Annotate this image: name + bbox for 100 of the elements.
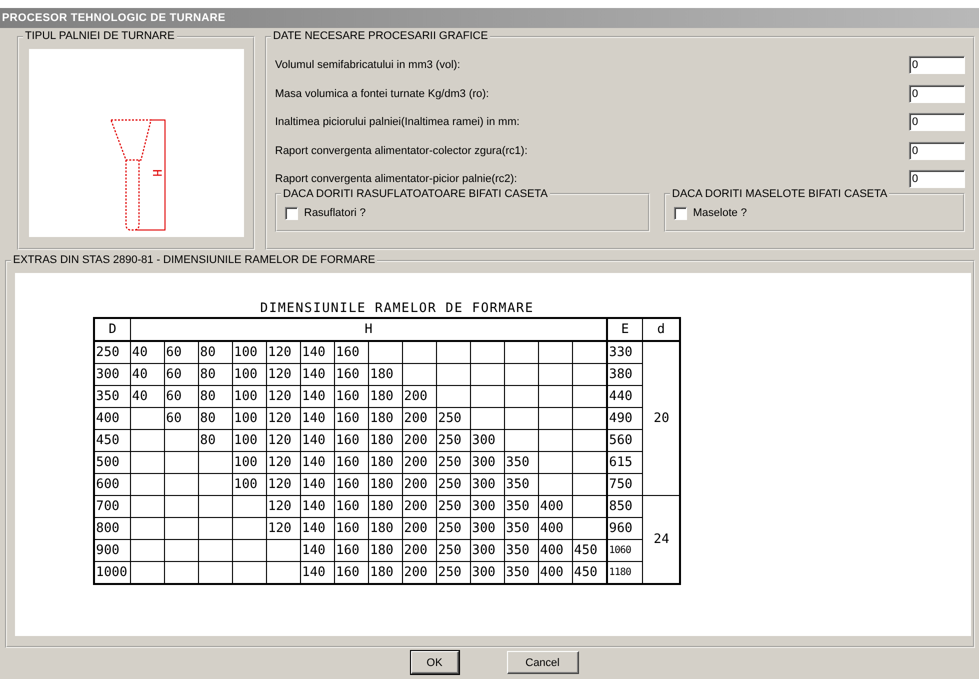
table-cell: 180	[368, 562, 402, 584]
table-cell: 180	[368, 518, 402, 540]
table-cell: 615	[607, 452, 642, 474]
table-cell: 120	[266, 518, 300, 540]
table-cell: 120	[266, 452, 300, 474]
table-cell: 180	[368, 496, 402, 518]
table-cell: 180	[368, 386, 402, 408]
number-field[interactable]: 0	[909, 170, 965, 188]
table-cell: 700	[94, 496, 130, 518]
table-cell: 100	[232, 364, 266, 386]
checkbox-label[interactable]: Rasuflatori ?	[304, 207, 366, 219]
table-cell: 140	[300, 562, 334, 584]
table-cell: 400	[538, 496, 572, 518]
table-cell: 300	[470, 496, 504, 518]
table-cell: 490	[607, 408, 642, 430]
table-cell: 140	[300, 341, 334, 364]
table-cell: 600	[94, 474, 130, 496]
table-cell: 120	[266, 364, 300, 386]
table-cell: 120	[266, 408, 300, 430]
table-cell: 120	[266, 474, 300, 496]
table-cell: 500	[94, 452, 130, 474]
table-title: DIMENSIUNILE RAMELOR DE FORMARE	[259, 301, 535, 316]
checkbox[interactable]	[674, 206, 687, 220]
table-cell: 750	[607, 474, 642, 496]
table-cell: 140	[300, 408, 334, 430]
table-cell: 350	[504, 518, 538, 540]
table-cell: 140	[300, 430, 334, 452]
table-cell: 250	[436, 474, 470, 496]
table-cell: 140	[300, 364, 334, 386]
number-field[interactable]: 0	[909, 56, 965, 74]
table-cell: 80	[198, 341, 232, 364]
number-field[interactable]: 0	[909, 84, 965, 103]
table-cell: 40	[130, 386, 164, 408]
table-cell: 350	[504, 452, 538, 474]
number-field[interactable]: 0	[909, 113, 965, 132]
field-label: Raport convergenta alimentator-picior palnie(rc2):	[275, 173, 518, 186]
table-cell: 140	[300, 474, 334, 496]
table-cell: 250	[436, 430, 470, 452]
table-cell: 200	[402, 562, 436, 584]
table-cell: 40	[130, 341, 164, 364]
column-header: D	[94, 318, 130, 341]
table-cell: 160	[334, 496, 368, 518]
table-cell: 160	[334, 408, 368, 430]
table-cell: 160	[334, 452, 368, 474]
table-cell: 180	[368, 364, 402, 386]
dimension-label: H	[150, 169, 164, 177]
table-cell: 300	[470, 430, 504, 452]
table-cell: 400	[538, 540, 572, 562]
table-cell: 300	[470, 562, 504, 584]
table-cell: 300	[470, 474, 504, 496]
table-cell: 350	[504, 496, 538, 518]
table-cell: 100	[232, 474, 266, 496]
table-cell: 200	[402, 518, 436, 540]
table-cell: 250	[436, 452, 470, 474]
field-label: Volumul semifabricatului in mm3 (vol):	[275, 59, 460, 72]
table-cell: 1060	[607, 540, 642, 562]
table-cell: 200	[402, 496, 436, 518]
table-cell: 60	[164, 408, 198, 430]
dialog-button[interactable]: OK	[410, 651, 458, 674]
table-cell: 160	[334, 540, 368, 562]
table-cell: 140	[300, 386, 334, 408]
table-cell: 300	[470, 452, 504, 474]
group-title: TIPUL PALNIEI DE TURNARE	[25, 30, 175, 42]
table-cell: 200	[402, 452, 436, 474]
table-cell: 250	[94, 341, 130, 364]
dialog-button[interactable]: Cancel	[506, 651, 578, 674]
field-label: Inaltimea piciorului palniei(Inaltimea ramei) in mm:	[275, 116, 520, 128]
table-cell: 80	[198, 386, 232, 408]
table-cell: 100	[232, 341, 266, 364]
field-label: Raport convergenta alimentator-colector zgura(rc1):	[275, 144, 528, 157]
table-cell: 200	[402, 430, 436, 452]
table-cell: 160	[334, 341, 368, 364]
table-cell: 250	[436, 562, 470, 584]
checkbox[interactable]	[285, 206, 298, 220]
table-cell: 140	[300, 540, 334, 562]
table-cell: 380	[607, 364, 642, 386]
table-cell: 200	[402, 474, 436, 496]
table-cell: 300	[94, 364, 130, 386]
table-cell: 180	[368, 540, 402, 562]
table-cell: 350	[504, 474, 538, 496]
table-cell: 60	[164, 364, 198, 386]
window-title: PROCESOR TEHNOLOGIC DE TURNARE	[2, 12, 226, 24]
table-cell: 400	[538, 562, 572, 584]
table-cell: 160	[334, 518, 368, 540]
table-cell: 250	[436, 518, 470, 540]
table-cell: 200	[402, 540, 436, 562]
table-cell: 560	[607, 430, 642, 452]
checkbox-label[interactable]: Maselote ?	[693, 207, 747, 219]
table-cell: 450	[94, 430, 130, 452]
table-cell: 140	[300, 518, 334, 540]
group-title: DATE NECESARE PROCESARII GRAFICE	[273, 30, 488, 42]
table-cell: 160	[334, 562, 368, 584]
table-cell: 100	[232, 452, 266, 474]
table-cell: 330	[607, 341, 642, 364]
table-cell: 350	[94, 386, 130, 408]
table-cell: 250	[436, 408, 470, 430]
table-cell: 160	[334, 474, 368, 496]
table-cell: 100	[232, 386, 266, 408]
table-cell: 80	[198, 430, 232, 452]
number-field[interactable]: 0	[909, 142, 965, 160]
